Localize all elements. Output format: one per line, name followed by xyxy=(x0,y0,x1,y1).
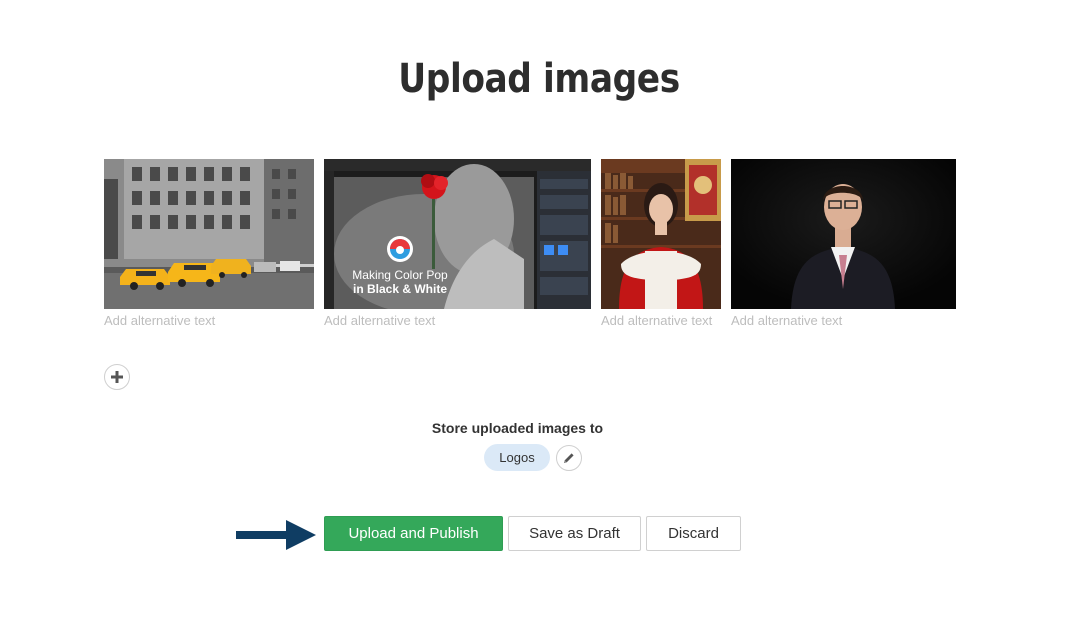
overlay-title-line-2: in Black & White xyxy=(353,282,447,296)
alt-text-input-4[interactable]: Add alternative text xyxy=(731,313,842,328)
alt-text-input-1[interactable]: Add alternative text xyxy=(104,313,215,328)
overlay-title-line-1: Making Color Pop xyxy=(352,268,448,282)
save-as-draft-button[interactable]: Save as Draft xyxy=(508,516,641,551)
image-thumbnail-2[interactable]: Making Color Pop in Black & White xyxy=(324,159,591,309)
folder-chip[interactable]: Logos xyxy=(484,444,550,471)
judge-portrait-image xyxy=(601,159,721,309)
page-title: Upload images xyxy=(398,56,680,102)
arrow-right-icon xyxy=(236,520,316,555)
storage-label: Store uploaded images to xyxy=(431,420,604,436)
image-thumbnail-3[interactable] xyxy=(601,159,721,309)
image-thumbnail-1[interactable] xyxy=(104,159,314,309)
alt-text-input-3[interactable]: Add alternative text xyxy=(601,313,712,328)
street-photo xyxy=(104,159,314,309)
pencil-icon xyxy=(564,453,574,463)
man-portrait-image xyxy=(731,159,956,309)
plus-icon xyxy=(111,371,123,383)
discard-button[interactable]: Discard xyxy=(646,516,741,551)
add-image-button[interactable] xyxy=(104,364,130,390)
upload-and-publish-button[interactable]: Upload and Publish xyxy=(324,516,503,551)
image-thumbnail-4[interactable] xyxy=(731,159,956,309)
color-pop-tutorial-image: Making Color Pop in Black & White xyxy=(324,159,591,309)
alt-text-input-2[interactable]: Add alternative text xyxy=(324,313,435,328)
edit-folder-button[interactable] xyxy=(556,445,582,471)
